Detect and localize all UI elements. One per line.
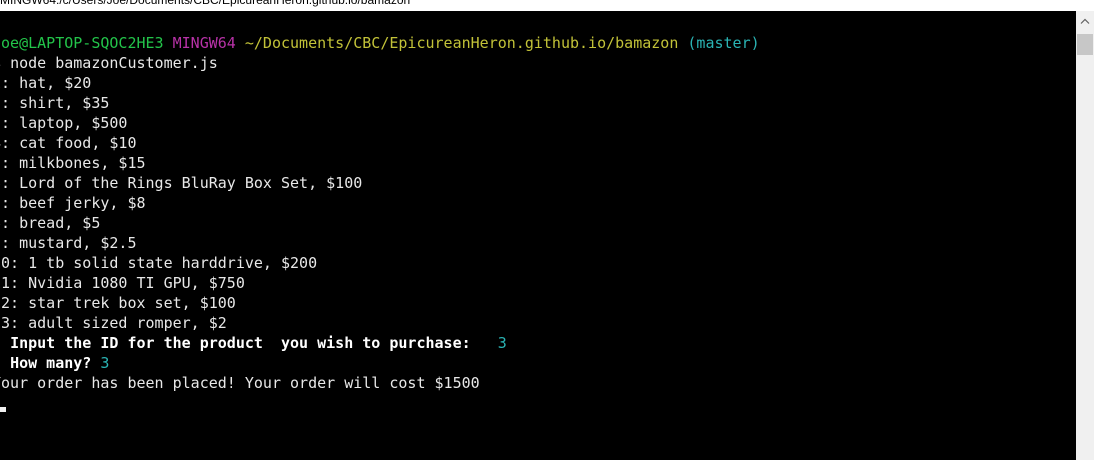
question-mark-icon: ? xyxy=(0,354,1,372)
terminal-window: MINGW64:/c/Users/Joe/Documents/CBC/Epicu… xyxy=(0,0,1094,460)
product-line: 5: milkbones, $15 xyxy=(0,154,146,172)
text-cursor xyxy=(0,407,6,412)
question-answer: 3 xyxy=(100,354,110,372)
prompt-user-host: Joe@LAPTOP-SQOC2HE3 xyxy=(0,34,164,52)
product-line: 8: bread, $5 xyxy=(0,214,101,232)
product-line: 4: cat food, $10 xyxy=(0,134,137,152)
prompt-shell: MINGW64 xyxy=(172,34,236,52)
prompt-branch: (master) xyxy=(687,34,760,52)
command-line: $ node bamazonCustomer.js xyxy=(0,53,760,73)
product-line: 3: laptop, $500 xyxy=(0,114,128,132)
vertical-scrollbar[interactable] xyxy=(1076,11,1094,460)
result-line: Your order has been placed! Your order w… xyxy=(0,374,480,392)
scroll-up-button[interactable] xyxy=(1076,11,1094,31)
question-answer: 3 xyxy=(497,334,507,352)
question-text: How many? xyxy=(10,354,92,372)
product-line: 13: adult sized romper, $2 xyxy=(0,314,227,332)
chevron-up-icon xyxy=(1080,18,1090,24)
prompt-line: Joe@LAPTOP-SQOC2HE3 MINGW64 ~/Documents/… xyxy=(0,33,760,53)
product-line: 11: Nvidia 1080 TI GPU, $750 xyxy=(0,274,245,292)
product-line: 7: beef jerky, $8 xyxy=(0,194,146,212)
question-mark-icon: ? xyxy=(0,334,1,352)
product-line: 12: star trek box set, $100 xyxy=(0,294,236,312)
product-line: 10: 1 tb solid state harddrive, $200 xyxy=(0,254,318,272)
product-line: 2: shirt, $35 xyxy=(0,94,110,112)
product-line: 1: hat, $20 xyxy=(0,74,92,92)
scrollbar-thumb[interactable] xyxy=(1077,34,1093,55)
question-text: Input the ID for the product you wish to… xyxy=(10,334,480,352)
terminal-output[interactable]: Joe@LAPTOP-SQOC2HE3 MINGW64 ~/Documents/… xyxy=(0,11,1076,460)
prompt-symbol: $ xyxy=(0,54,1,72)
prompt-path: ~/Documents/CBC/EpicureanHeron.github.io… xyxy=(244,34,679,52)
product-line: 9: mustard, $2.5 xyxy=(0,234,137,252)
product-line: 6: Lord of the Rings BluRay Box Set, $10… xyxy=(0,174,363,192)
title-bar: MINGW64:/c/Users/Joe/Documents/CBC/Epicu… xyxy=(0,0,1094,11)
command-text: node bamazonCustomer.js xyxy=(10,54,218,72)
terminal-lines: Joe@LAPTOP-SQOC2HE3 MINGW64 ~/Documents/… xyxy=(0,33,760,393)
question-line: ? How many? 3 xyxy=(0,353,760,373)
question-line: ? Input the ID for the product you wish … xyxy=(0,333,760,353)
window-title: MINGW64:/c/Users/Joe/Documents/CBC/Epicu… xyxy=(0,0,411,7)
